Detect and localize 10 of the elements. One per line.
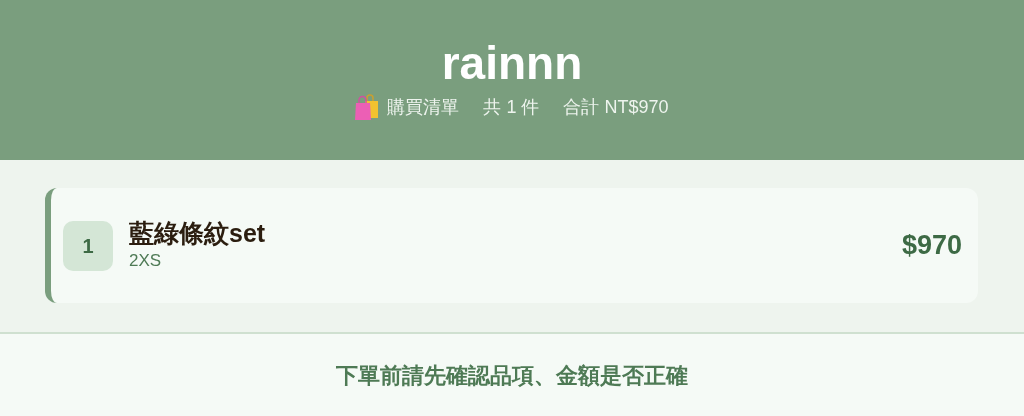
item-count: 共 1 件 xyxy=(483,95,540,119)
page-title: rainnn xyxy=(441,39,583,86)
item-price: $970 xyxy=(901,229,962,263)
item-number: 1 xyxy=(63,220,113,271)
total-amount: 合計 NT$970 xyxy=(563,95,669,119)
item-size: 2XS xyxy=(129,249,163,272)
shopping-bags-icon xyxy=(355,94,380,120)
item-name: 藍綠條紋set xyxy=(129,217,267,248)
confirm-notice: 下單前請先確認品項、金額是否正確 xyxy=(336,361,688,390)
list-label: 購買清單 xyxy=(387,95,460,119)
